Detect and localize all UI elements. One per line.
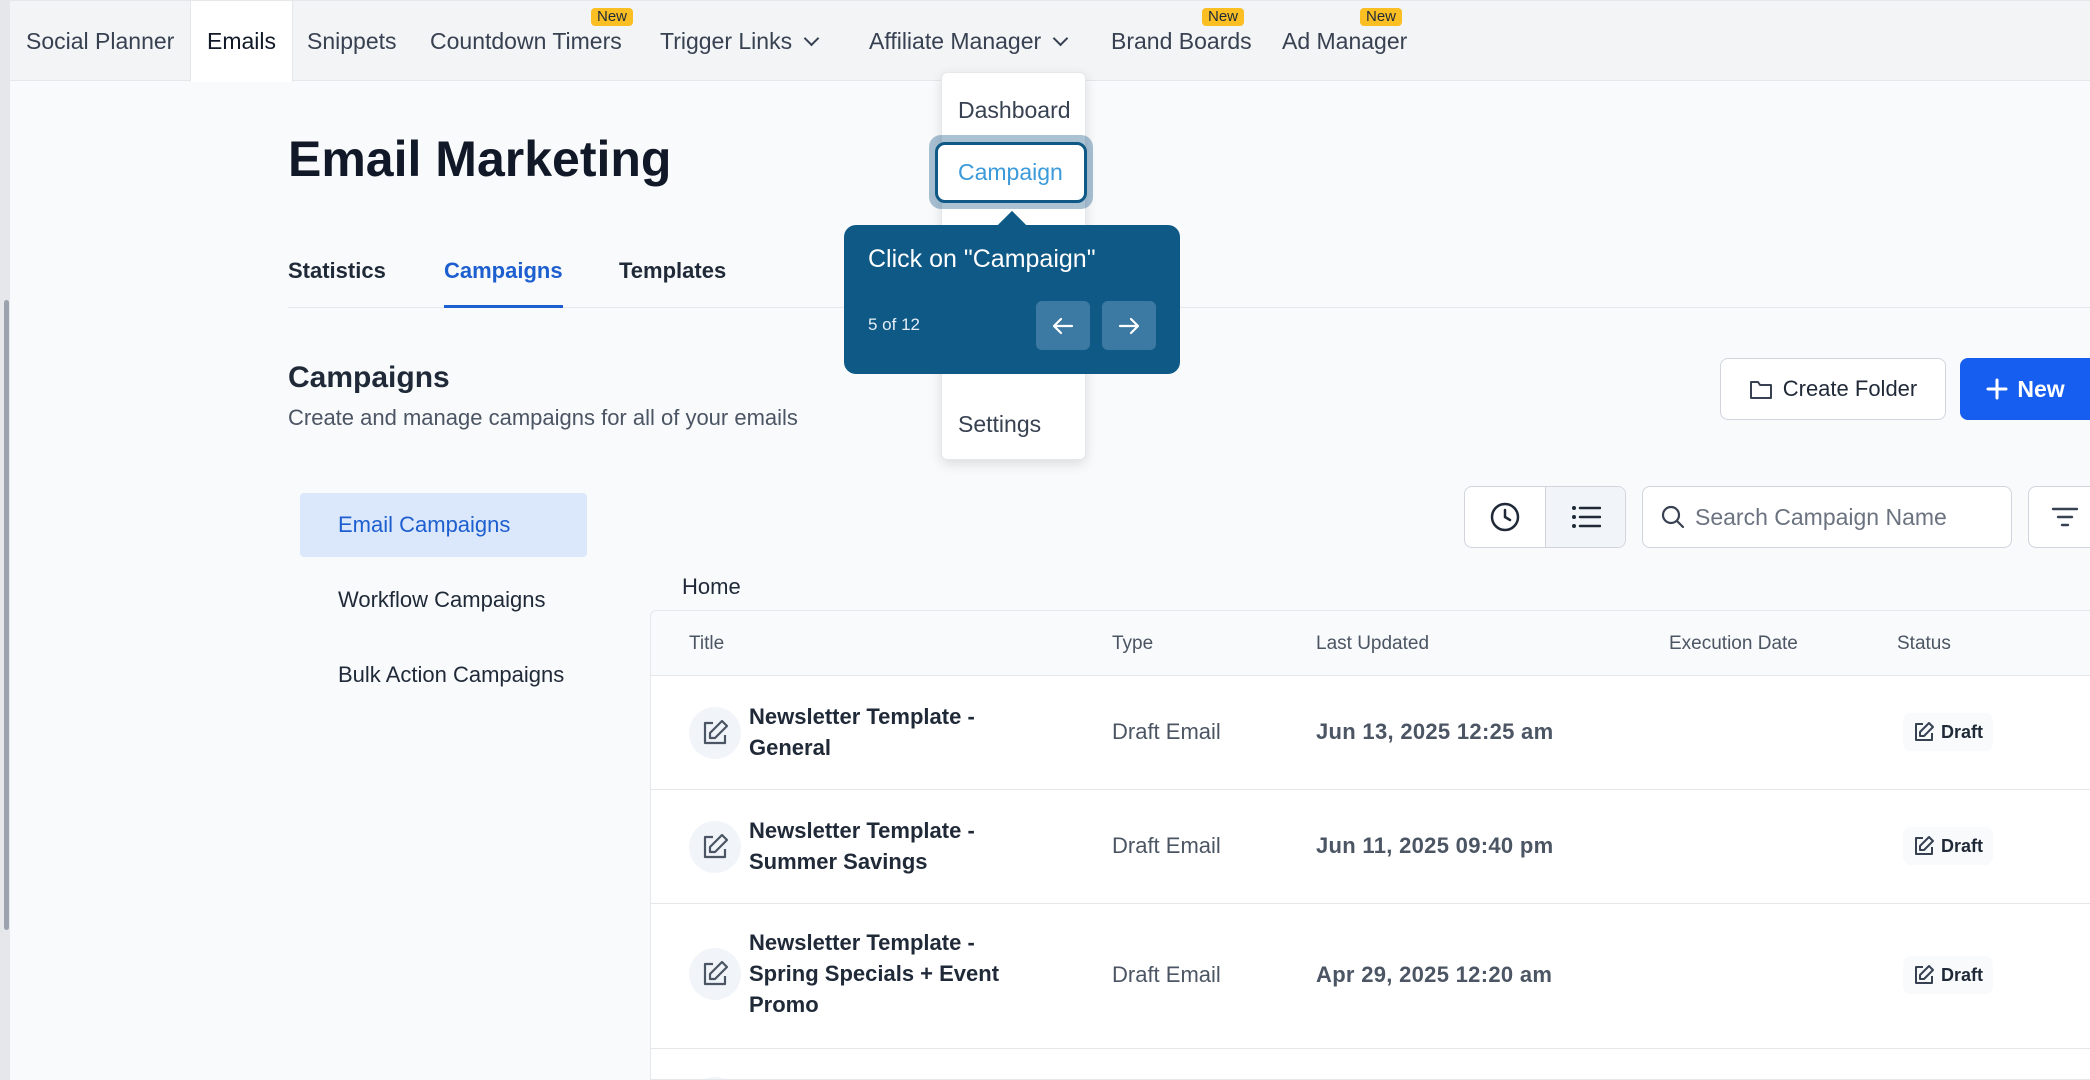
row-type: Draft Email xyxy=(1112,833,1221,858)
new-badge: New xyxy=(591,8,634,26)
search-field[interactable] xyxy=(1642,486,2012,548)
breadcrumb[interactable]: Home xyxy=(682,574,741,600)
tab-statistics[interactable]: Statistics xyxy=(288,258,386,308)
tab-bar: Statistics Campaigns Templates xyxy=(288,258,2090,308)
campaigns-table: Title Type Last Updated Execution Date S… xyxy=(650,610,2090,1080)
page-scrollbar[interactable] xyxy=(4,300,9,930)
status-label: Draft xyxy=(1941,964,1984,985)
nav-emails[interactable]: Emails xyxy=(190,1,294,82)
table-row[interactable]: Newsletter Template - Summer Savings Dra… xyxy=(651,790,2090,904)
status-badge: Draft xyxy=(1903,713,1994,751)
table-row[interactable]: Newsletter Template - Spring Specials + … xyxy=(651,904,2090,1049)
table-row[interactable]: Newsletter Template - General Draft Emai… xyxy=(651,676,2090,790)
table-header: Title Type Last Updated Execution Date S… xyxy=(651,611,2090,676)
sidebar-item-workflow-campaigns[interactable]: Workflow Campaigns xyxy=(300,568,587,632)
dropdown-item-campaign[interactable]: Campaign xyxy=(935,142,1087,203)
row-last-updated: Jun 13, 2025 12:25 am xyxy=(1316,719,1554,744)
edit-icon[interactable] xyxy=(689,821,741,873)
nav-social-planner[interactable]: Social Planner xyxy=(10,1,190,81)
row-type: Draft Email xyxy=(1112,719,1221,744)
nav-trigger-links[interactable]: Trigger Links xyxy=(644,1,833,81)
list-icon xyxy=(1571,506,1601,528)
edit-icon[interactable] xyxy=(689,948,741,1000)
row-title[interactable]: Newsletter Template - General xyxy=(749,701,1009,763)
nav-label: Countdown Timers xyxy=(430,27,622,54)
edit-icon xyxy=(1915,722,1934,741)
history-view-button[interactable] xyxy=(1465,487,1545,547)
nav-label: Trigger Links xyxy=(660,27,793,54)
arrow-left-icon xyxy=(1052,317,1074,334)
folder-icon xyxy=(1749,381,1772,399)
row-title[interactable]: Newsletter Template - Summer Savings xyxy=(749,815,1009,877)
page-title: Email Marketing xyxy=(288,131,672,187)
previous-step-button[interactable] xyxy=(1036,301,1090,350)
top-nav: Social Planner Emails Snippets Countdown… xyxy=(10,1,2090,82)
new-label: New xyxy=(2017,375,2065,402)
filter-button[interactable] xyxy=(2028,486,2090,548)
sidebar-item-bulk-action-campaigns[interactable]: Bulk Action Campaigns xyxy=(300,643,587,707)
edit-icon xyxy=(1915,836,1934,855)
nav-label: Affiliate Manager xyxy=(869,27,1042,54)
arrow-right-icon xyxy=(1118,317,1140,334)
tab-templates[interactable]: Templates xyxy=(619,258,726,308)
row-last-updated: Jun 11, 2025 09:40 pm xyxy=(1316,833,1554,858)
search-icon xyxy=(1661,505,1685,529)
tooltip-step-counter: 5 of 12 xyxy=(868,315,920,334)
next-step-button[interactable] xyxy=(1102,301,1156,350)
column-header-type[interactable]: Type xyxy=(1112,633,1153,655)
column-header-last-updated[interactable]: Last Updated xyxy=(1316,633,1429,655)
new-badge: New xyxy=(1360,8,1403,26)
row-title[interactable]: Newsletter Template - Spring Specials + … xyxy=(749,927,1009,1020)
dropdown-item-label: Campaign xyxy=(958,159,1063,185)
nav-label: Emails xyxy=(207,28,277,54)
walkthrough-tooltip: Click on "Campaign" 5 of 12 xyxy=(844,225,1180,374)
view-toggle xyxy=(1464,486,1626,548)
list-view-button[interactable] xyxy=(1545,487,1625,547)
nav-label: Snippets xyxy=(307,27,397,54)
clock-icon xyxy=(1490,502,1520,532)
nav-label: Brand Boards xyxy=(1111,27,1252,54)
column-header-execution-date[interactable]: Execution Date xyxy=(1669,633,1798,655)
nav-snippets[interactable]: Snippets xyxy=(291,1,413,81)
create-folder-button[interactable]: Create Folder xyxy=(1720,358,1946,420)
row-last-updated: Apr 29, 2025 12:20 am xyxy=(1316,962,1553,987)
sidebar-item-label: Email Campaigns xyxy=(338,512,511,537)
edit-icon xyxy=(1915,965,1934,984)
chevron-down-icon xyxy=(1052,30,1069,46)
section-title: Campaigns xyxy=(288,361,450,394)
plus-icon xyxy=(1986,378,2008,400)
search-input[interactable] xyxy=(1695,503,1995,531)
nav-label: Social Planner xyxy=(26,27,175,54)
section-subtitle: Create and manage campaigns for all of y… xyxy=(288,405,798,430)
sidebar-item-label: Workflow Campaigns xyxy=(338,587,546,612)
tab-campaigns[interactable]: Campaigns xyxy=(444,258,563,308)
column-header-status[interactable]: Status xyxy=(1897,633,1951,655)
new-button[interactable]: New xyxy=(1960,358,2090,420)
filter-icon xyxy=(2051,507,2079,527)
create-folder-label: Create Folder xyxy=(1782,376,1918,401)
tooltip-text: Click on "Campaign" xyxy=(868,245,1096,273)
status-badge: Draft xyxy=(1903,827,1994,865)
dropdown-item-dashboard[interactable]: Dashboard xyxy=(958,97,1071,124)
chevron-down-icon xyxy=(803,30,820,46)
dropdown-item-settings[interactable]: Settings xyxy=(958,411,1041,438)
status-label: Draft xyxy=(1941,721,1984,742)
nav-affiliate-manager[interactable]: Affiliate Manager xyxy=(853,1,1082,81)
new-badge: New xyxy=(1202,8,1245,26)
sidebar-item-email-campaigns[interactable]: Email Campaigns xyxy=(300,493,587,557)
edit-icon[interactable] xyxy=(689,707,741,759)
sidebar-item-label: Bulk Action Campaigns xyxy=(338,662,565,687)
column-header-title[interactable]: Title xyxy=(689,633,724,655)
row-type: Draft Email xyxy=(1112,962,1221,987)
status-label: Draft xyxy=(1941,835,1984,856)
status-badge: Draft xyxy=(1903,956,1994,994)
nav-label: Ad Manager xyxy=(1282,27,1408,54)
table-row[interactable] xyxy=(651,1049,2090,1079)
